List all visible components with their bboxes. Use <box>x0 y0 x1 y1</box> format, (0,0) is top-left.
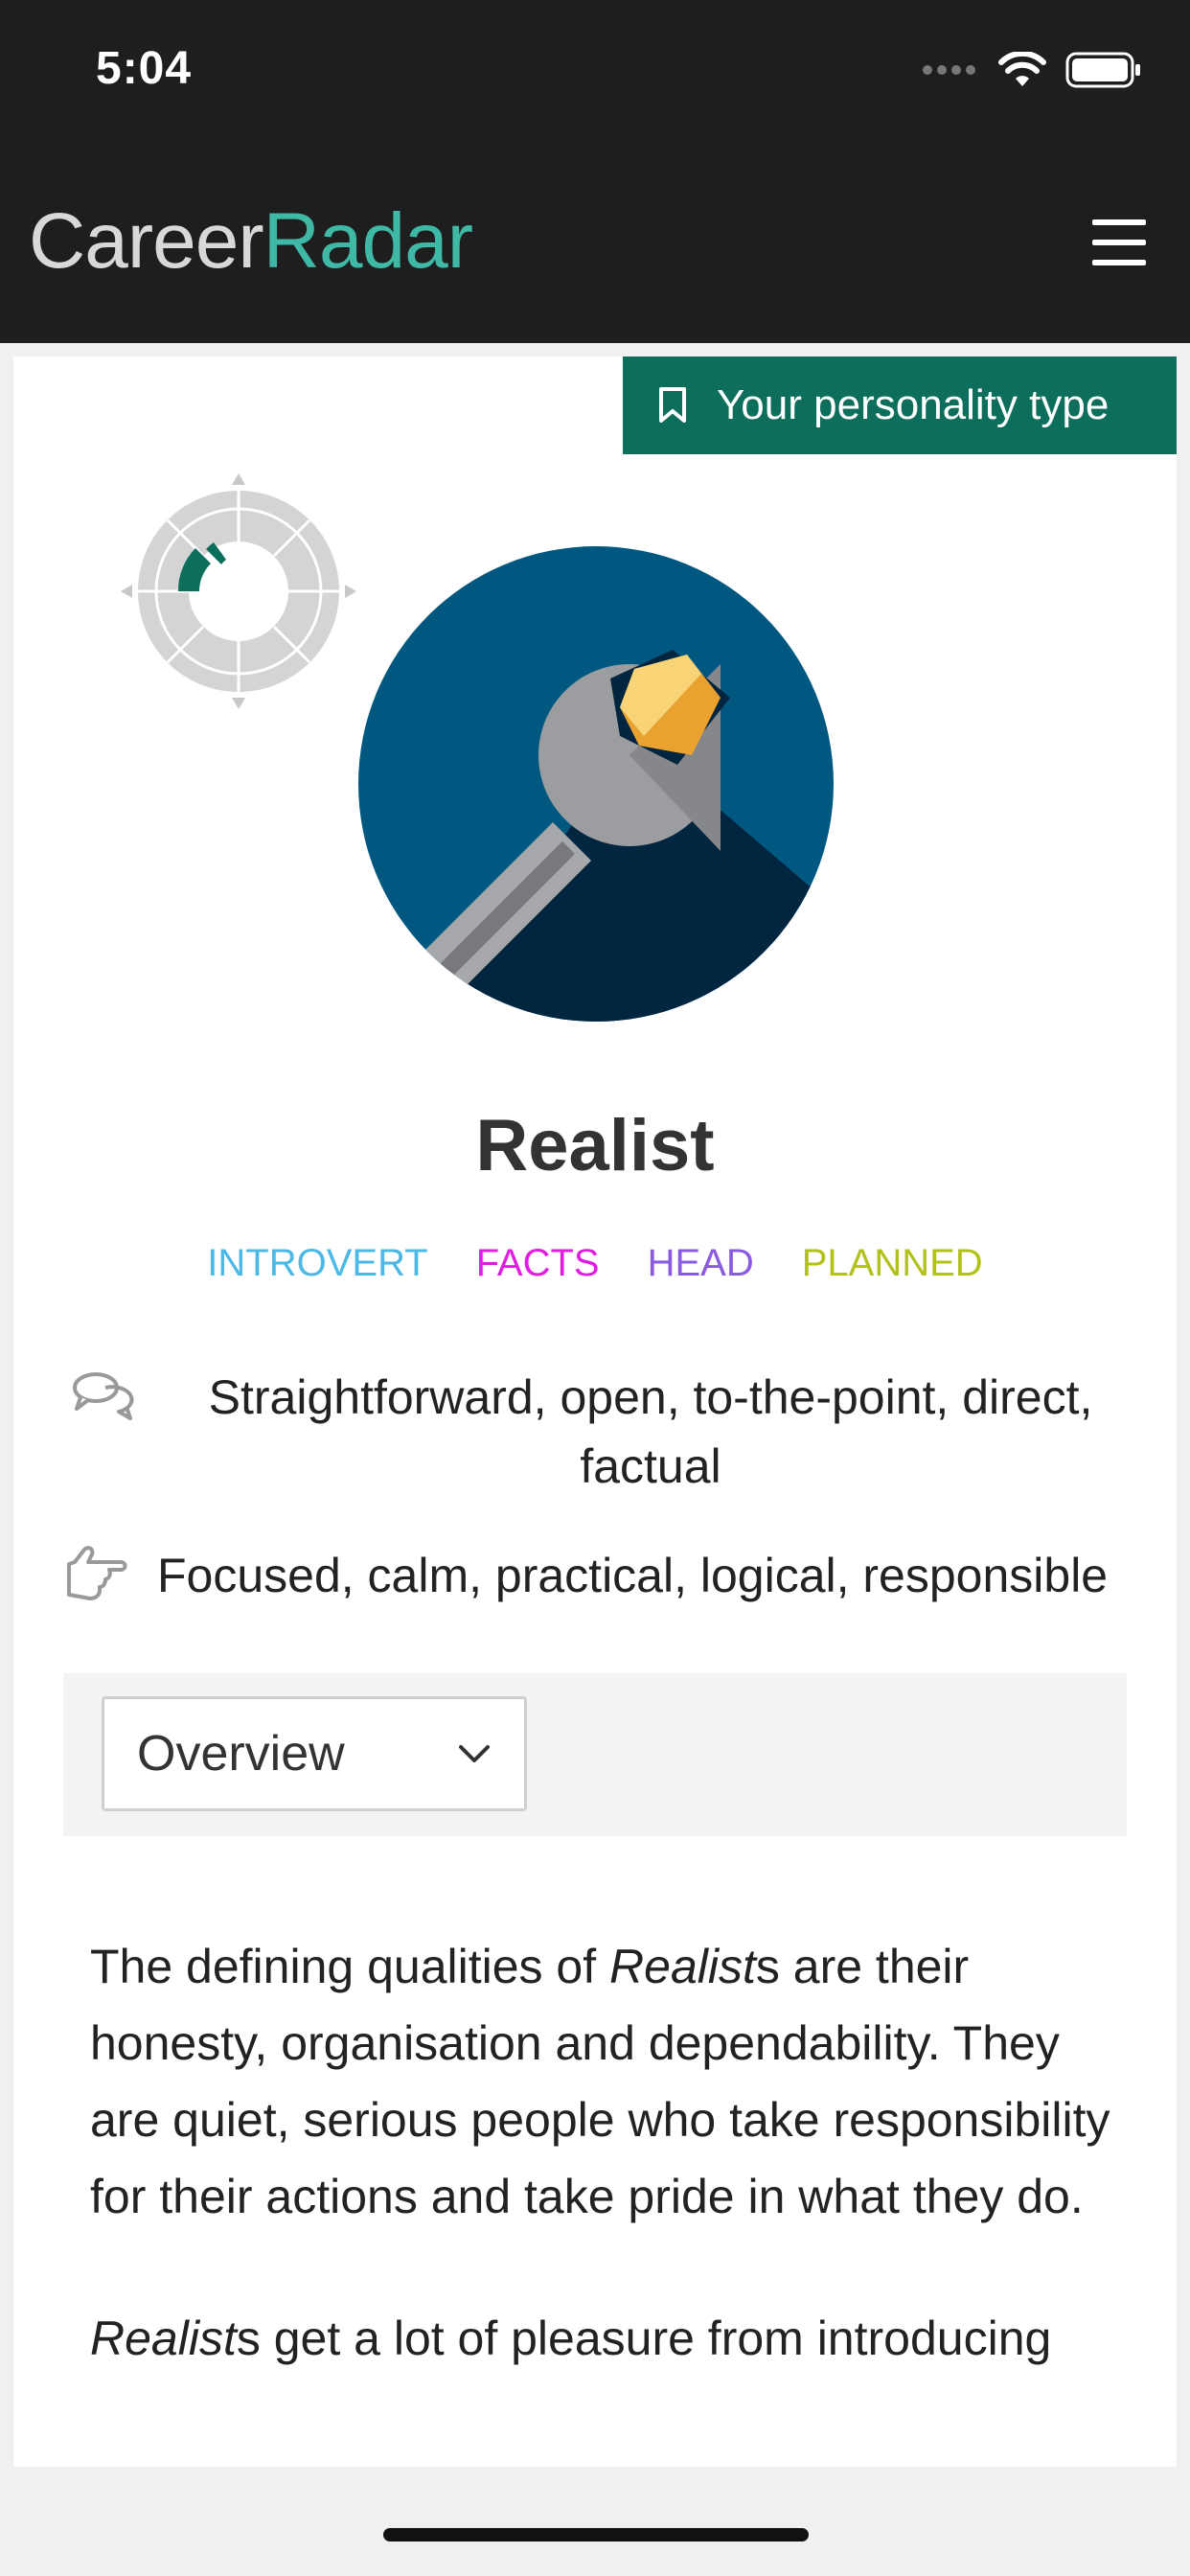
status-time: 5:04 <box>96 43 193 94</box>
realist-wrench-icon <box>358 546 834 1022</box>
top-nav: CareerRadar <box>0 139 1190 343</box>
menu-icon-line <box>1092 260 1146 265</box>
qualities-text: Focused, calm, practical, logical, respo… <box>157 1549 1109 1602</box>
section-selector-bar: Overview <box>63 1673 1127 1836</box>
overview-paragraph-2: Realists get a lot of pleasure from intr… <box>90 2312 1052 2365</box>
personality-card: Your personality type Realist INTROVERT … <box>13 356 1177 2467</box>
trait-tag: INTROVERT <box>207 1242 428 1284</box>
logo-career: Career <box>29 197 264 285</box>
badge-label: Your personality type <box>717 381 1110 428</box>
section-select[interactable]: Overview <box>102 1696 527 1811</box>
bookmark-icon <box>657 386 688 425</box>
personality-title: Realist <box>475 1105 715 1186</box>
trait-tag: PLANNED <box>801 1242 983 1284</box>
communication-row: Straightforward, open, to-the-point, dir… <box>71 1363 1144 1501</box>
status-icons <box>922 52 1142 88</box>
communication-text: Straightforward, open, to-the-point, dir… <box>208 1370 1093 1493</box>
pointing-hand-icon <box>61 1543 128 1622</box>
trait-tags: INTROVERT FACTS HEAD PLANNED <box>13 1242 1177 1285</box>
battery-icon <box>1065 52 1140 88</box>
signal-icon <box>923 65 975 75</box>
status-bar: 5:04 <box>0 0 1190 139</box>
qualities-row: Focused, calm, practical, logical, respo… <box>67 1541 1144 1610</box>
speech-bubbles-icon <box>71 1368 138 1438</box>
wifi-icon <box>998 52 1046 86</box>
logo-radar: Radar <box>263 197 473 285</box>
home-indicator[interactable] <box>383 2528 809 2542</box>
select-value: Overview <box>137 1726 345 1782</box>
chevron-down-icon <box>459 1745 490 1762</box>
menu-button[interactable] <box>1092 219 1146 265</box>
personality-type-badge[interactable]: Your personality type <box>623 356 1177 454</box>
menu-icon-line <box>1092 240 1146 245</box>
logo[interactable]: CareerRadar <box>29 196 473 287</box>
overview-text: The defining qualities of Realists are t… <box>90 1928 1125 2442</box>
overview-paragraph-1: The defining qualities of Realists are t… <box>90 1940 1110 2223</box>
trait-tag: FACTS <box>475 1242 600 1284</box>
menu-icon-line <box>1092 219 1146 225</box>
trait-tag: HEAD <box>647 1242 754 1284</box>
personality-radar-icon <box>121 473 356 709</box>
